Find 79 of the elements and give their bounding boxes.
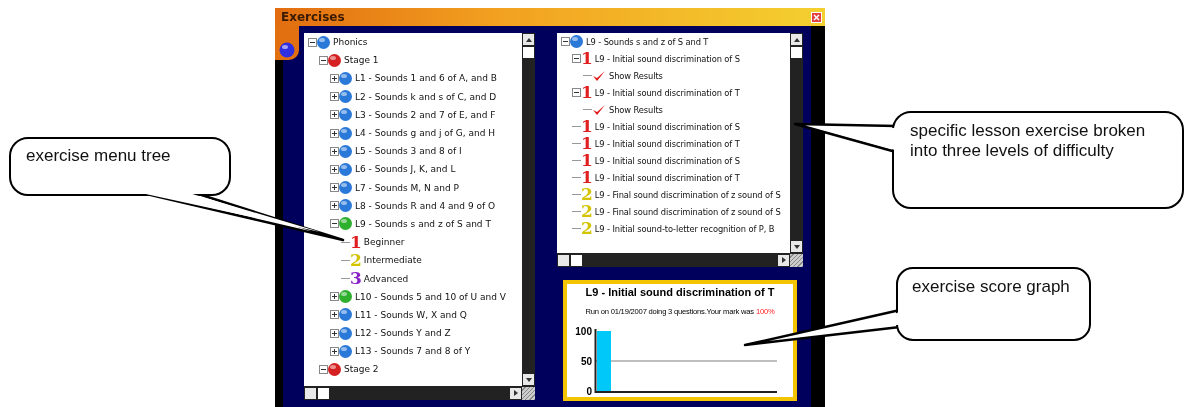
tree-item[interactable]: L9 - Initial sound-to-letter recognition of P, B — [594, 223, 775, 234]
expand-icon[interactable] — [330, 328, 339, 338]
axis-tick-label: 50 — [580, 356, 592, 367]
chart-title: L9 - Initial sound discrimination of T — [585, 286, 775, 298]
collapse-icon[interactable] — [319, 55, 328, 65]
tree-item[interactable]: L9 - Initial sound discrimination of T — [594, 138, 740, 149]
collapse-icon[interactable] — [308, 37, 317, 47]
expand-icon[interactable] — [330, 183, 339, 193]
level-numeral: 2 — [350, 251, 362, 269]
tree-item[interactable]: L12 - Sounds Y and Z — [355, 328, 451, 339]
tree-item[interactable]: Advanced — [363, 273, 409, 284]
collapse-icon[interactable] — [572, 54, 581, 63]
tree-item[interactable]: L2 - Sounds k and s of C, and D — [355, 91, 497, 102]
collapse-icon[interactable] — [319, 364, 328, 374]
tree-item[interactable]: Stage 2 — [344, 364, 379, 375]
expand-icon[interactable] — [330, 73, 339, 83]
tree-item[interactable]: L9 - Initial sound discrimination of S — [594, 53, 740, 64]
tree-item[interactable]: L9 - Initial sound discrimination of S — [594, 155, 740, 166]
tree-item[interactable]: L9 - Initial sound discrimination of T — [594, 87, 740, 98]
tree-item[interactable]: L6 - Sounds J, K, and L — [355, 164, 456, 175]
level-numeral: 1 — [581, 152, 593, 169]
tree-item[interactable]: L9 - Sounds s and z of S and T — [586, 36, 709, 47]
level-numeral: 1 — [581, 118, 593, 135]
level-numeral: 1 — [581, 50, 593, 67]
callout-text: specific lesson exercise broken into three levels of difficulty — [910, 121, 1147, 161]
expand-icon[interactable] — [330, 346, 339, 356]
level-numeral: 3 — [350, 270, 362, 288]
tree-item[interactable]: Show Results — [609, 70, 663, 81]
tree-item[interactable]: L9 - Initial sound discrimination of S — [594, 121, 740, 132]
expand-icon[interactable] — [330, 146, 339, 156]
checkmark-icon — [592, 69, 606, 82]
tree-item[interactable]: L7 - Sounds M, N and P — [355, 182, 459, 193]
expand-icon[interactable] — [330, 128, 339, 138]
checkmark-icon — [592, 103, 606, 116]
window-title: Exercises — [281, 10, 345, 24]
axis-tick-label: 0 — [586, 386, 592, 396]
collapse-icon[interactable] — [561, 37, 570, 46]
axis-tick-label: 100 — [575, 326, 592, 337]
level-numeral: 1 — [581, 84, 593, 101]
score-bar — [597, 331, 611, 391]
collapse-icon[interactable] — [330, 219, 339, 229]
callout-text: exercise score graph — [912, 277, 1071, 297]
collapse-icon[interactable] — [572, 88, 581, 97]
tree-item[interactable]: L9 - Sounds s and z of S and T — [355, 218, 491, 229]
tree-item[interactable]: L8 - Sounds R and 4 and 9 of O — [355, 200, 496, 211]
close-icon[interactable] — [811, 11, 822, 23]
tree-item[interactable]: L9 - Final sound discrimination of z sound of S — [594, 206, 781, 217]
ball-icon — [279, 42, 295, 58]
tree-item[interactable]: Stage 1 — [344, 55, 379, 66]
level-numeral: 2 — [581, 186, 593, 203]
vertical-scrollbar[interactable] — [790, 33, 803, 253]
expand-icon[interactable] — [330, 201, 339, 211]
tree-item[interactable]: L1 - Sounds 1 and 6 of A, and B — [355, 73, 497, 84]
tree-item[interactable]: Beginner — [363, 237, 405, 248]
expand-icon[interactable] — [330, 92, 339, 102]
tree-item[interactable]: Intermediate — [363, 255, 422, 266]
expand-icon[interactable] — [330, 310, 339, 320]
vertical-scrollbar[interactable] — [522, 33, 535, 386]
level-numeral: 1 — [581, 135, 593, 152]
tree-item[interactable]: Phonics — [333, 37, 368, 48]
tree-item[interactable]: L3 - Sounds 2 and 7 of E, and F — [355, 109, 496, 120]
tree-item[interactable]: L13 - Sounds 7 and 8 of Y — [355, 346, 471, 357]
level-numeral: 2 — [581, 220, 593, 237]
level-numeral: 1 — [581, 169, 593, 186]
horizontal-scrollbar[interactable] — [557, 253, 803, 267]
tree-item[interactable]: L4 - Sounds g and j of G, and H — [355, 128, 496, 139]
expand-icon[interactable] — [330, 292, 339, 302]
tree-item[interactable]: L5 - Sounds 3 and 8 of I — [355, 146, 462, 157]
level-numeral: 2 — [581, 203, 593, 220]
expand-icon[interactable] — [330, 110, 339, 120]
tree-item[interactable]: L9 - Final sound discrimination of z sound of S — [594, 189, 781, 200]
callout-text: exercise menu tree — [26, 146, 172, 166]
tree-item[interactable]: L10 - Sounds 5 and 10 of U and V — [355, 291, 506, 302]
tree-item[interactable]: L9 - Initial sound discrimination of T — [594, 172, 740, 183]
tree-item[interactable]: Show Results — [609, 104, 663, 115]
horizontal-scrollbar[interactable] — [304, 386, 535, 400]
level-numeral: 1 — [350, 233, 362, 251]
expand-icon[interactable] — [330, 164, 339, 174]
tree-item[interactable]: L11 - Sounds W, X and Q — [355, 309, 467, 320]
